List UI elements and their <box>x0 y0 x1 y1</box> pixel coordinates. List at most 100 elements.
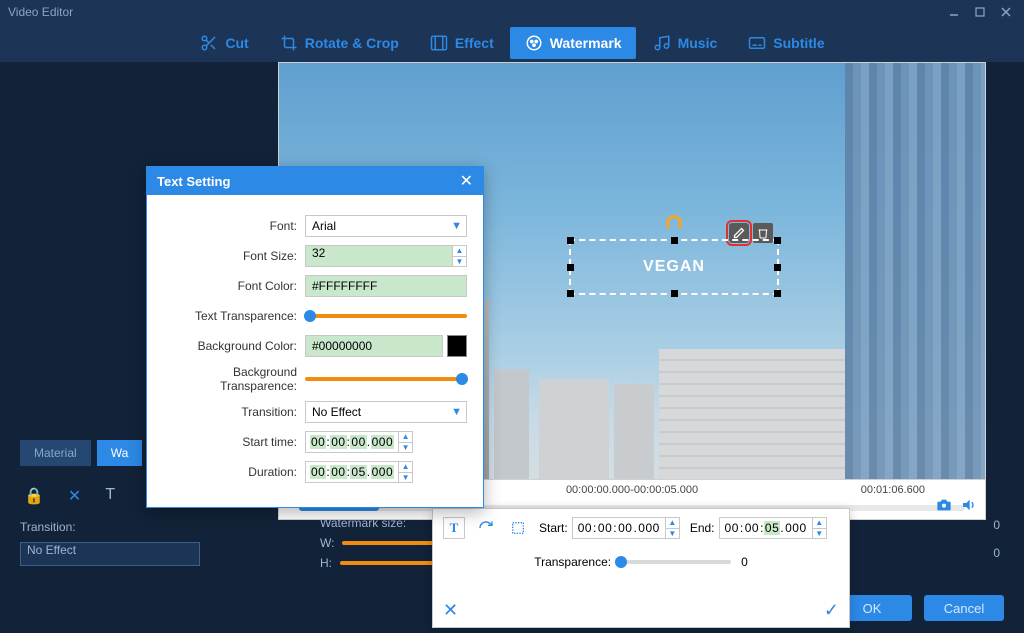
chevron-down-icon: ▼ <box>451 406 462 418</box>
resize-handle[interactable] <box>671 290 678 297</box>
bg-transparence-slider[interactable] <box>305 377 467 381</box>
resize-handle[interactable] <box>671 237 678 244</box>
slider-thumb[interactable] <box>304 310 316 322</box>
start-time-spinner[interactable]: ▲▼ <box>666 517 680 539</box>
popup-cancel-button[interactable]: ✕ <box>443 600 458 621</box>
h-value: 0 <box>993 546 1000 560</box>
duration-label: Duration: <box>155 465 305 479</box>
text-tool-button[interactable]: T <box>443 517 465 539</box>
dialog-title: Text Setting <box>157 174 230 189</box>
bg-buttons: OK Cancel <box>832 595 1004 621</box>
bg-color-input[interactable]: #00000000 <box>305 335 443 357</box>
end-time-field: End: 00:00:05.000 ▲▼ <box>690 517 827 539</box>
transparence-label: Transparence: <box>534 555 611 569</box>
bg-color-label: Background Color: <box>155 339 305 353</box>
dialog-titlebar[interactable]: Text Setting ✕ <box>147 167 483 195</box>
minimize-button[interactable] <box>944 5 964 19</box>
start-time-spinner[interactable]: ▲▼ <box>399 431 413 453</box>
end-time-spinner[interactable]: ▲▼ <box>813 517 827 539</box>
tab-label: Effect <box>455 35 494 51</box>
w-value: 0 <box>993 518 1000 532</box>
font-color-label: Font Color: <box>155 279 305 293</box>
bg-color-swatch[interactable] <box>447 335 467 357</box>
tab-label: Watermark <box>550 35 622 51</box>
maximize-button[interactable] <box>970 5 990 19</box>
transparence-slider[interactable] <box>621 560 731 564</box>
tab-watermark[interactable]: Watermark <box>510 27 636 59</box>
font-label: Font: <box>155 219 305 233</box>
text-setting-dialog: Text Setting ✕ Font: Arial ▼ Font Size: … <box>146 166 484 508</box>
h-label: H: <box>320 556 332 570</box>
text-transparence-slider[interactable] <box>305 314 467 318</box>
cancel-button[interactable]: Cancel <box>924 595 1004 621</box>
titlebar: Video Editor <box>0 0 1024 24</box>
tab-cut[interactable]: Cut <box>185 27 262 59</box>
snapshot-button[interactable] <box>933 496 955 514</box>
start-time-field: Start: 00:00:00.000 ▲▼ <box>539 517 680 539</box>
tab-watermark-small[interactable]: Wa <box>97 440 143 466</box>
slider-thumb[interactable] <box>456 373 468 385</box>
resize-handle[interactable] <box>567 290 574 297</box>
chevron-down-icon: ▼ <box>451 220 462 232</box>
volume-button[interactable] <box>959 496 979 514</box>
bg-transition-label: Transition: <box>20 520 110 534</box>
refresh-button[interactable] <box>475 517 497 539</box>
watermark-properties-popup: T Start: 00:00:00.000 ▲▼ End: 00:00:05.0… <box>432 508 850 628</box>
music-note-icon <box>652 33 672 53</box>
font-color-input[interactable]: #FFFFFFFF <box>305 275 467 297</box>
watermark-text: VEGAN <box>643 258 705 276</box>
main-area: Material Wa 🔒 ✕ T Transition: No Effect … <box>0 62 1024 633</box>
watermark-icon <box>524 33 544 53</box>
transition-combobox[interactable]: No Effect ▼ <box>305 401 467 423</box>
resize-handle[interactable] <box>567 237 574 244</box>
start-time-label: Start time: <box>155 435 305 449</box>
tab-music[interactable]: Music <box>638 27 732 59</box>
timeline-total: 00:01:06.600 <box>861 484 925 496</box>
scissors-icon <box>199 33 219 53</box>
lock-icon[interactable]: 🔒 <box>24 486 44 506</box>
end-label: End: <box>690 521 715 535</box>
start-time-input[interactable]: 00:00:00.000 <box>305 431 399 453</box>
resize-handle[interactable] <box>567 264 574 271</box>
close-button[interactable] <box>996 5 1016 19</box>
delete-x-icon[interactable]: ✕ <box>68 486 81 506</box>
duration-input[interactable]: 00:00:05.000 <box>305 461 399 483</box>
resize-handle[interactable] <box>774 237 781 244</box>
tab-rotate-crop[interactable]: Rotate & Crop <box>265 27 413 59</box>
bg-transition-select[interactable]: No Effect <box>20 542 200 566</box>
toolbar: Cut Rotate & Crop Effect Watermark Music… <box>0 24 1024 62</box>
subtitle-icon <box>747 33 767 53</box>
bg-transparence-label: Background Transparence: <box>155 365 305 393</box>
transition-label: Transition: <box>155 405 305 419</box>
tab-effect[interactable]: Effect <box>415 27 508 59</box>
text-t-icon[interactable]: T <box>105 486 115 506</box>
crop-icon <box>279 33 299 53</box>
duration-spinner[interactable]: ▲▼ <box>399 461 413 483</box>
tab-label: Subtitle <box>773 35 824 51</box>
tab-subtitle[interactable]: Subtitle <box>733 27 838 59</box>
font-size-spinner[interactable]: ▲▼ <box>453 245 467 267</box>
resize-handle[interactable] <box>774 264 781 271</box>
rotate-handle-icon[interactable] <box>666 215 682 231</box>
tab-label: Music <box>678 35 718 51</box>
popup-ok-button[interactable]: ✓ <box>824 600 839 621</box>
end-time-input[interactable]: 00:00:05.000 <box>719 517 813 539</box>
app-name: Video Editor <box>8 5 73 19</box>
tab-label: Cut <box>225 35 248 51</box>
font-size-label: Font Size: <box>155 249 305 263</box>
resize-handle[interactable] <box>774 290 781 297</box>
tab-label: Rotate & Crop <box>305 35 399 51</box>
w-label: W: <box>320 536 334 550</box>
film-icon <box>429 33 449 53</box>
slider-thumb[interactable] <box>615 556 627 568</box>
fit-button[interactable] <box>507 517 529 539</box>
dialog-close-button[interactable]: ✕ <box>460 171 473 191</box>
timeline-range: 00:00:00.000-00:00:05.000 <box>566 484 698 496</box>
watermark-selection[interactable]: VEGAN <box>569 239 779 295</box>
tab-material[interactable]: Material <box>20 440 91 466</box>
font-combobox[interactable]: Arial ▼ <box>305 215 467 237</box>
start-time-input[interactable]: 00:00:00.000 <box>572 517 666 539</box>
transparence-value: 0 <box>741 555 748 569</box>
text-transparence-label: Text Transparence: <box>155 309 305 323</box>
font-size-input[interactable]: 32 <box>305 245 453 267</box>
